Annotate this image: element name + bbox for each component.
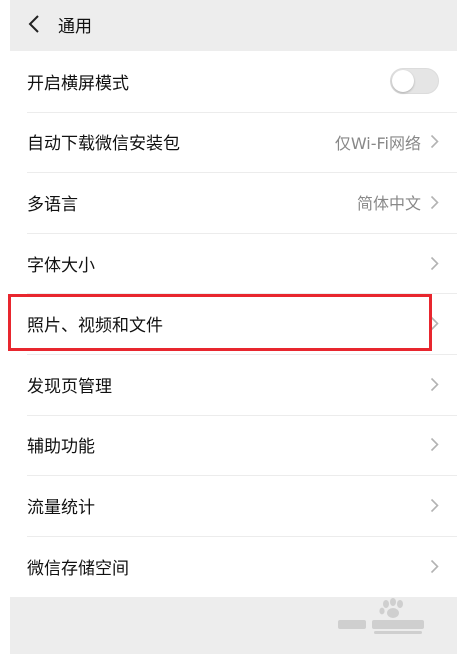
setting-label: 多语言 [27,194,78,215]
setting-auto-download[interactable]: 自动下载微信安装包 仅Wi-Fi网络 [10,111,457,173]
page-title: 通用 [58,16,92,37]
settings-list: 开启横屏模式 自动下载微信安装包 仅Wi-Fi网络 多语言 简体中文 字体大小 [10,51,457,597]
chevron-left-icon [28,15,39,33]
setting-font-size[interactable]: 字体大小 [10,232,457,294]
setting-value: 简体中文 [356,194,421,214]
setting-discover-management[interactable]: 发现页管理 [10,353,457,415]
toggle-knob [392,70,414,93]
settings-screen: 通用 开启横屏模式 自动下载微信安装包 仅Wi-Fi网络 多语言 简体中文 字体… [10,0,457,654]
setting-wechat-storage[interactable]: 微信存储空间 [10,535,457,597]
chevron-right-icon [429,255,439,271]
landscape-toggle[interactable] [390,68,439,95]
setting-label: 微信存储空间 [27,558,129,579]
baidu-paw-icon [338,598,424,634]
setting-photos-videos-files[interactable]: 照片、视频和文件 [10,293,457,354]
setting-traffic-statistics[interactable]: 流量统计 [10,475,457,536]
nav-header: 通用 [10,0,457,48]
setting-label: 字体大小 [27,255,95,276]
setting-label: 自动下载微信安装包 [27,134,180,155]
setting-label: 照片、视频和文件 [27,316,163,337]
chevron-right-icon [429,134,439,150]
setting-label: 辅助功能 [27,437,95,458]
back-button[interactable] [10,0,58,48]
setting-label: 发现页管理 [27,376,112,397]
setting-landscape-mode[interactable]: 开启横屏模式 [10,51,457,112]
chevron-right-icon [429,194,439,210]
setting-label: 流量统计 [27,497,95,518]
setting-value: 仅Wi-Fi网络 [334,133,421,153]
chevron-right-icon [429,497,439,513]
setting-label: 开启横屏模式 [27,73,129,94]
chevron-right-icon [429,437,439,453]
chevron-right-icon [429,558,439,574]
setting-language[interactable]: 多语言 简体中文 [10,172,457,233]
setting-accessibility[interactable]: 辅助功能 [10,414,457,476]
chevron-right-icon [429,376,439,392]
chevron-right-icon [429,316,439,332]
